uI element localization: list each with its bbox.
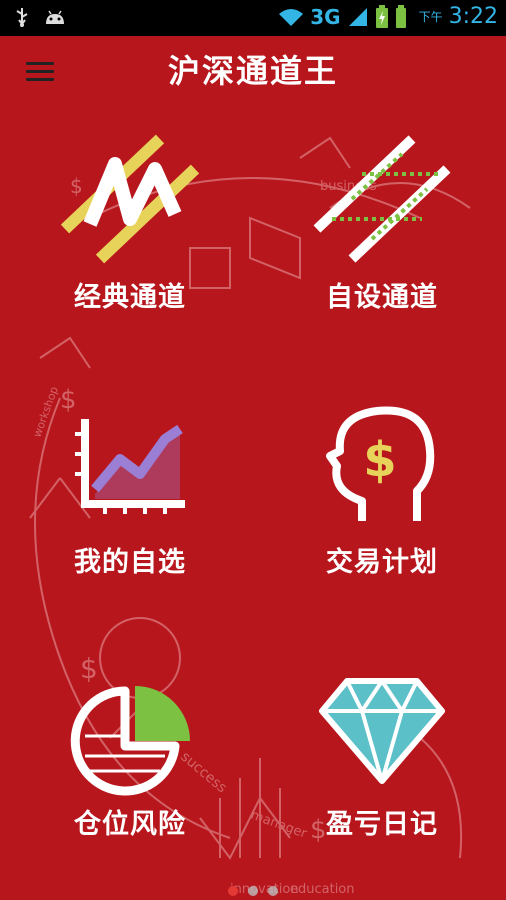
usb-icon	[16, 8, 28, 27]
tile-label: 我的自选	[74, 547, 186, 578]
tile-label: 自设通道	[326, 282, 438, 313]
tile-position-risk[interactable]: 仓位风险	[20, 676, 240, 841]
tile-label: 交易计划	[326, 547, 438, 578]
tile-trade-plan[interactable]: $ 交易计划	[272, 406, 492, 579]
diamond-icon	[319, 678, 445, 784]
classic-channel-icon	[60, 134, 200, 264]
signal-icon	[348, 7, 367, 26]
tile-my-watchlist[interactable]: 我的自选	[20, 414, 240, 579]
battery-icon	[395, 4, 406, 28]
time-period: 下午	[418, 10, 443, 24]
page-indicator	[0, 886, 506, 896]
page-dot[interactable]	[228, 886, 238, 896]
pie-chart-icon	[70, 686, 190, 796]
clock: 3:22	[448, 4, 498, 29]
status-left	[14, 6, 66, 28]
chart-icon	[75, 419, 185, 514]
android-icon	[46, 10, 64, 24]
tile-label: 仓位风险	[74, 809, 186, 840]
svg-text:$: $	[60, 385, 77, 415]
head-dollar-icon: $	[326, 406, 435, 521]
tile-label: 盈亏日记	[326, 809, 438, 840]
tile-pnl-diary[interactable]: 盈亏日记	[272, 676, 492, 841]
wifi-icon	[279, 8, 304, 26]
page-dot[interactable]	[248, 886, 258, 896]
app-screen: business workshop success manager innova…	[0, 36, 506, 900]
tile-label: 经典通道	[74, 282, 186, 313]
app-title: 沪深通道王	[167, 52, 338, 90]
custom-channel-icon	[313, 135, 451, 263]
battery-charging-icon	[375, 4, 388, 28]
app-header: 沪深通道王	[0, 36, 506, 98]
tile-custom-channel[interactable]: 自设通道	[272, 134, 492, 314]
tile-classic-channel[interactable]: 经典通道	[20, 134, 240, 314]
status-bar: 3G 下午 3:22	[0, 0, 506, 36]
page-dot[interactable]	[268, 886, 278, 896]
svg-text:$: $	[363, 432, 396, 488]
network-type: 3G	[310, 4, 341, 29]
status-right: 3G 下午 3:22	[278, 4, 498, 29]
